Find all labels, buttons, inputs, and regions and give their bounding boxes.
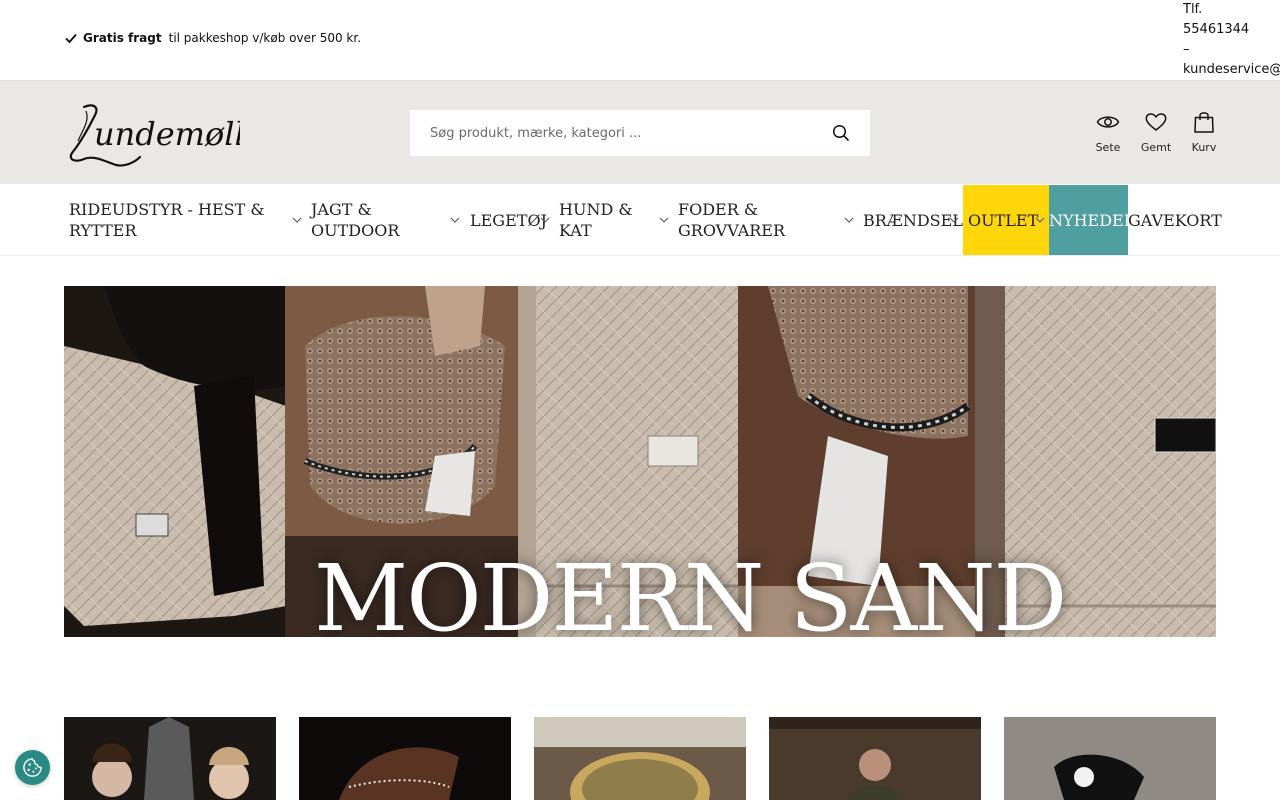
nav-item-label: NYHEDER [1049, 210, 1136, 230]
category-tile[interactable] [769, 717, 981, 800]
contact-info[interactable]: Tlf. 55461344 – kundeservice@ [1183, 0, 1280, 80]
nav-item-label: LEGETØJ [470, 210, 547, 230]
category-tile[interactable] [1004, 717, 1216, 800]
chevron-down-icon [1035, 217, 1045, 223]
nav-item-label: HUND & KAT [559, 199, 633, 241]
category-tile[interactable] [64, 717, 276, 800]
chevron-down-icon [949, 217, 959, 223]
check-icon [65, 33, 77, 44]
cookie-settings-button[interactable] [15, 750, 50, 785]
svg-text:undemøllen: undemøllen [94, 115, 240, 153]
free-shipping-notice: Gratis fragt til pakkeshop v/køb over 50… [64, 31, 361, 45]
logo[interactable]: undemøllen [64, 101, 284, 167]
search-input[interactable] [430, 125, 832, 141]
hero-title: MODERN SAND [314, 545, 1067, 638]
nav-label-line: RIDEUDSTYR - HEST & [69, 200, 265, 219]
category-image-horse-bridle [299, 717, 511, 800]
nav-label-line: RYTTER [69, 221, 137, 240]
logo-wordmark: undemøllen [69, 104, 284, 167]
nav-label-line: FODER & [678, 200, 759, 219]
recently-viewed-label: Sete [1095, 141, 1121, 154]
nav-label-line: HUND & [559, 200, 633, 219]
hero-banner[interactable]: MODERN SAND [64, 286, 1216, 637]
cart-button[interactable]: Kurv [1192, 110, 1216, 154]
nav-item-nyheder[interactable]: NYHEDER [1049, 185, 1136, 255]
nav-item-gavekort[interactable]: GAVEKORT [1128, 185, 1222, 255]
wishlist-label: Gemt [1140, 141, 1172, 154]
nav-label-line: OUTDOOR [311, 221, 400, 240]
nav-item-hund-kat[interactable]: HUND & KAT [554, 185, 672, 255]
nav-item-outlet[interactable]: OUTLET [963, 185, 1049, 255]
contact-line: Tlf. [1183, 2, 1203, 17]
category-image-hunter [769, 717, 981, 800]
contact-phone[interactable]: 55461344 [1183, 20, 1280, 40]
chevron-down-icon [292, 217, 302, 223]
nav-item-foder-grovvarer[interactable]: FODER & GROVVARER [673, 185, 859, 255]
eye-icon [1096, 116, 1120, 128]
nav-item-legetoej[interactable]: LEGETØJ [465, 185, 553, 255]
chevron-down-icon [450, 217, 460, 223]
hero-image-saddle-pad [64, 286, 286, 637]
nav-item-label: JAGT & OUTDOOR [311, 199, 399, 241]
chevron-down-icon [659, 217, 669, 223]
nav-item-label: GAVEKORT [1128, 210, 1222, 230]
nav-label-line: KAT [559, 221, 592, 240]
search-icon[interactable] [832, 124, 850, 142]
nav-item-label: OUTLET [968, 210, 1039, 230]
category-tile[interactable] [299, 717, 511, 800]
wishlist-button[interactable]: Gemt [1140, 110, 1172, 154]
usp-text: til pakkeshop v/køb over 500 kr. [168, 31, 362, 45]
header: undemøllen Sete Gemt Kurv [0, 80, 1280, 184]
nav-item-jagt-outdoor[interactable]: JAGT & OUTDOOR [306, 185, 464, 255]
category-tile[interactable] [534, 717, 746, 800]
search-bar[interactable] [410, 110, 870, 156]
category-image-feed-pellets [534, 717, 746, 800]
chevron-down-icon [844, 217, 854, 223]
chevron-down-icon [540, 217, 550, 223]
cookie-icon [23, 758, 42, 777]
nav-item-braendsel[interactable]: BRÆNDSEL [858, 185, 963, 255]
nav-item-label: RIDEUDSTYR - HEST & RYTTER [69, 199, 265, 241]
contact-line: – [1183, 42, 1190, 57]
category-tiles [64, 717, 1216, 800]
recently-viewed-button[interactable]: Sete [1096, 110, 1120, 154]
header-actions: Sete Gemt Kurv [1096, 110, 1216, 154]
top-bar: Gratis fragt til pakkeshop v/køb over 50… [0, 0, 1280, 80]
category-image-dog [1004, 717, 1216, 800]
shopping-bag-icon [1194, 112, 1214, 133]
nav-item-label: FODER & GROVVARER [678, 199, 785, 241]
cart-label: Kurv [1191, 141, 1217, 154]
contact-email[interactable]: kundeservice@ [1183, 60, 1280, 80]
category-image-riders [64, 717, 276, 800]
nav-label-line: GROVVARER [678, 221, 786, 240]
nav-label-line: JAGT & [311, 200, 372, 219]
heart-icon [1145, 113, 1167, 131]
main-navigation: RIDEUDSTYR - HEST & RYTTER JAGT & OUTDOOR … [0, 185, 1280, 256]
usp-bold: Gratis fragt [83, 31, 162, 45]
nav-item-rideudstyr[interactable]: RIDEUDSTYR - HEST & RYTTER [64, 185, 304, 255]
